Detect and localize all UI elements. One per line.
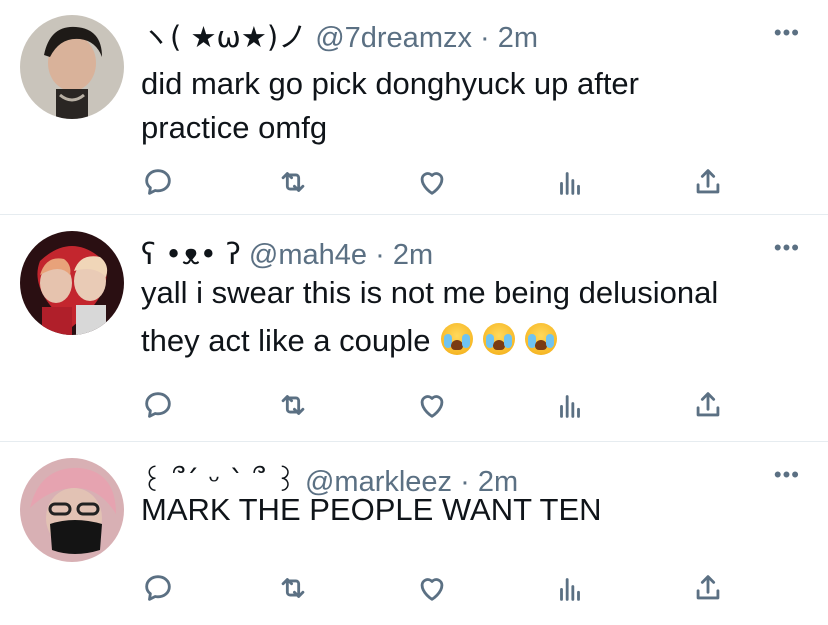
retweet-button[interactable] xyxy=(273,162,313,202)
tweet-text: MARK THE PEOPLE WANT TEN xyxy=(141,492,602,527)
timestamp[interactable]: 2m xyxy=(393,239,433,271)
reply-icon xyxy=(145,169,171,195)
handle[interactable]: @mah4e xyxy=(249,239,367,271)
tweet-header: ヽ( ★ω★)ノ @7dreamzx · 2m xyxy=(141,20,538,55)
reply-icon xyxy=(145,575,171,601)
share-button[interactable] xyxy=(688,162,728,202)
retweet-icon xyxy=(281,172,305,192)
share-button[interactable] xyxy=(688,568,728,608)
timestamp[interactable]: 2m xyxy=(498,22,538,54)
tweet[interactable]: ꒰ ՞´ ᵕ ` ՞ ꒱ @markleez · 2m ••• MARK THE… xyxy=(0,442,828,625)
stats-icon xyxy=(560,578,580,601)
like-icon xyxy=(420,578,444,601)
reply-button[interactable] xyxy=(138,568,178,608)
separator: · xyxy=(480,22,490,54)
stats-icon xyxy=(560,172,580,195)
stats-button[interactable] xyxy=(550,385,590,425)
stats-button[interactable] xyxy=(550,568,590,608)
avatar[interactable] xyxy=(20,231,124,335)
more-options-icon[interactable]: ••• xyxy=(774,22,800,44)
tweet-actions xyxy=(0,162,828,202)
tweet-actions xyxy=(0,385,828,425)
share-icon xyxy=(696,169,720,194)
tweet-text: did mark go pick donghyuck up after prac… xyxy=(141,66,639,145)
separator: · xyxy=(375,239,385,271)
more-options-icon[interactable]: ••• xyxy=(774,464,800,486)
reply-button[interactable] xyxy=(138,385,178,425)
stats-button[interactable] xyxy=(550,162,590,202)
like-button[interactable] xyxy=(412,162,452,202)
retweet-icon xyxy=(281,578,305,598)
like-icon xyxy=(420,395,444,418)
share-button[interactable] xyxy=(688,385,728,425)
handle[interactable]: @7dreamzx xyxy=(315,22,472,54)
display-name[interactable]: ʕ •ᴥ• ʔ xyxy=(141,237,241,271)
tweet-text-content: yall i swear this is not me being delusi… xyxy=(141,275,719,358)
crying-face-icon xyxy=(482,323,515,355)
reply-icon xyxy=(145,392,171,418)
tweet-text: yall i swear this is not me being delusi… xyxy=(141,269,801,365)
avatar[interactable] xyxy=(20,15,124,119)
share-icon xyxy=(696,392,720,417)
tweet[interactable]: ヽ( ★ω★)ノ @7dreamzx · 2m ••• did mark go … xyxy=(0,0,828,215)
more-options-icon[interactable]: ••• xyxy=(774,237,800,259)
tweet-actions xyxy=(0,568,828,608)
like-icon xyxy=(420,172,444,195)
like-button[interactable] xyxy=(412,385,452,425)
retweet-icon xyxy=(281,395,305,415)
retweet-button[interactable] xyxy=(273,568,313,608)
tweet-header: ʕ •ᴥ• ʔ @mah4e · 2m xyxy=(141,237,433,272)
crying-face-icon xyxy=(524,323,557,355)
stats-icon xyxy=(560,395,580,418)
crying-face-icon xyxy=(440,323,473,355)
retweet-button[interactable] xyxy=(273,385,313,425)
reply-button[interactable] xyxy=(138,162,178,202)
display-name[interactable]: ヽ( ★ω★)ノ xyxy=(141,20,307,54)
share-icon xyxy=(696,575,720,600)
like-button[interactable] xyxy=(412,568,452,608)
tweet[interactable]: ʕ •ᴥ• ʔ @mah4e · 2m ••• yall i swear thi… xyxy=(0,215,828,442)
avatar[interactable] xyxy=(20,458,124,562)
